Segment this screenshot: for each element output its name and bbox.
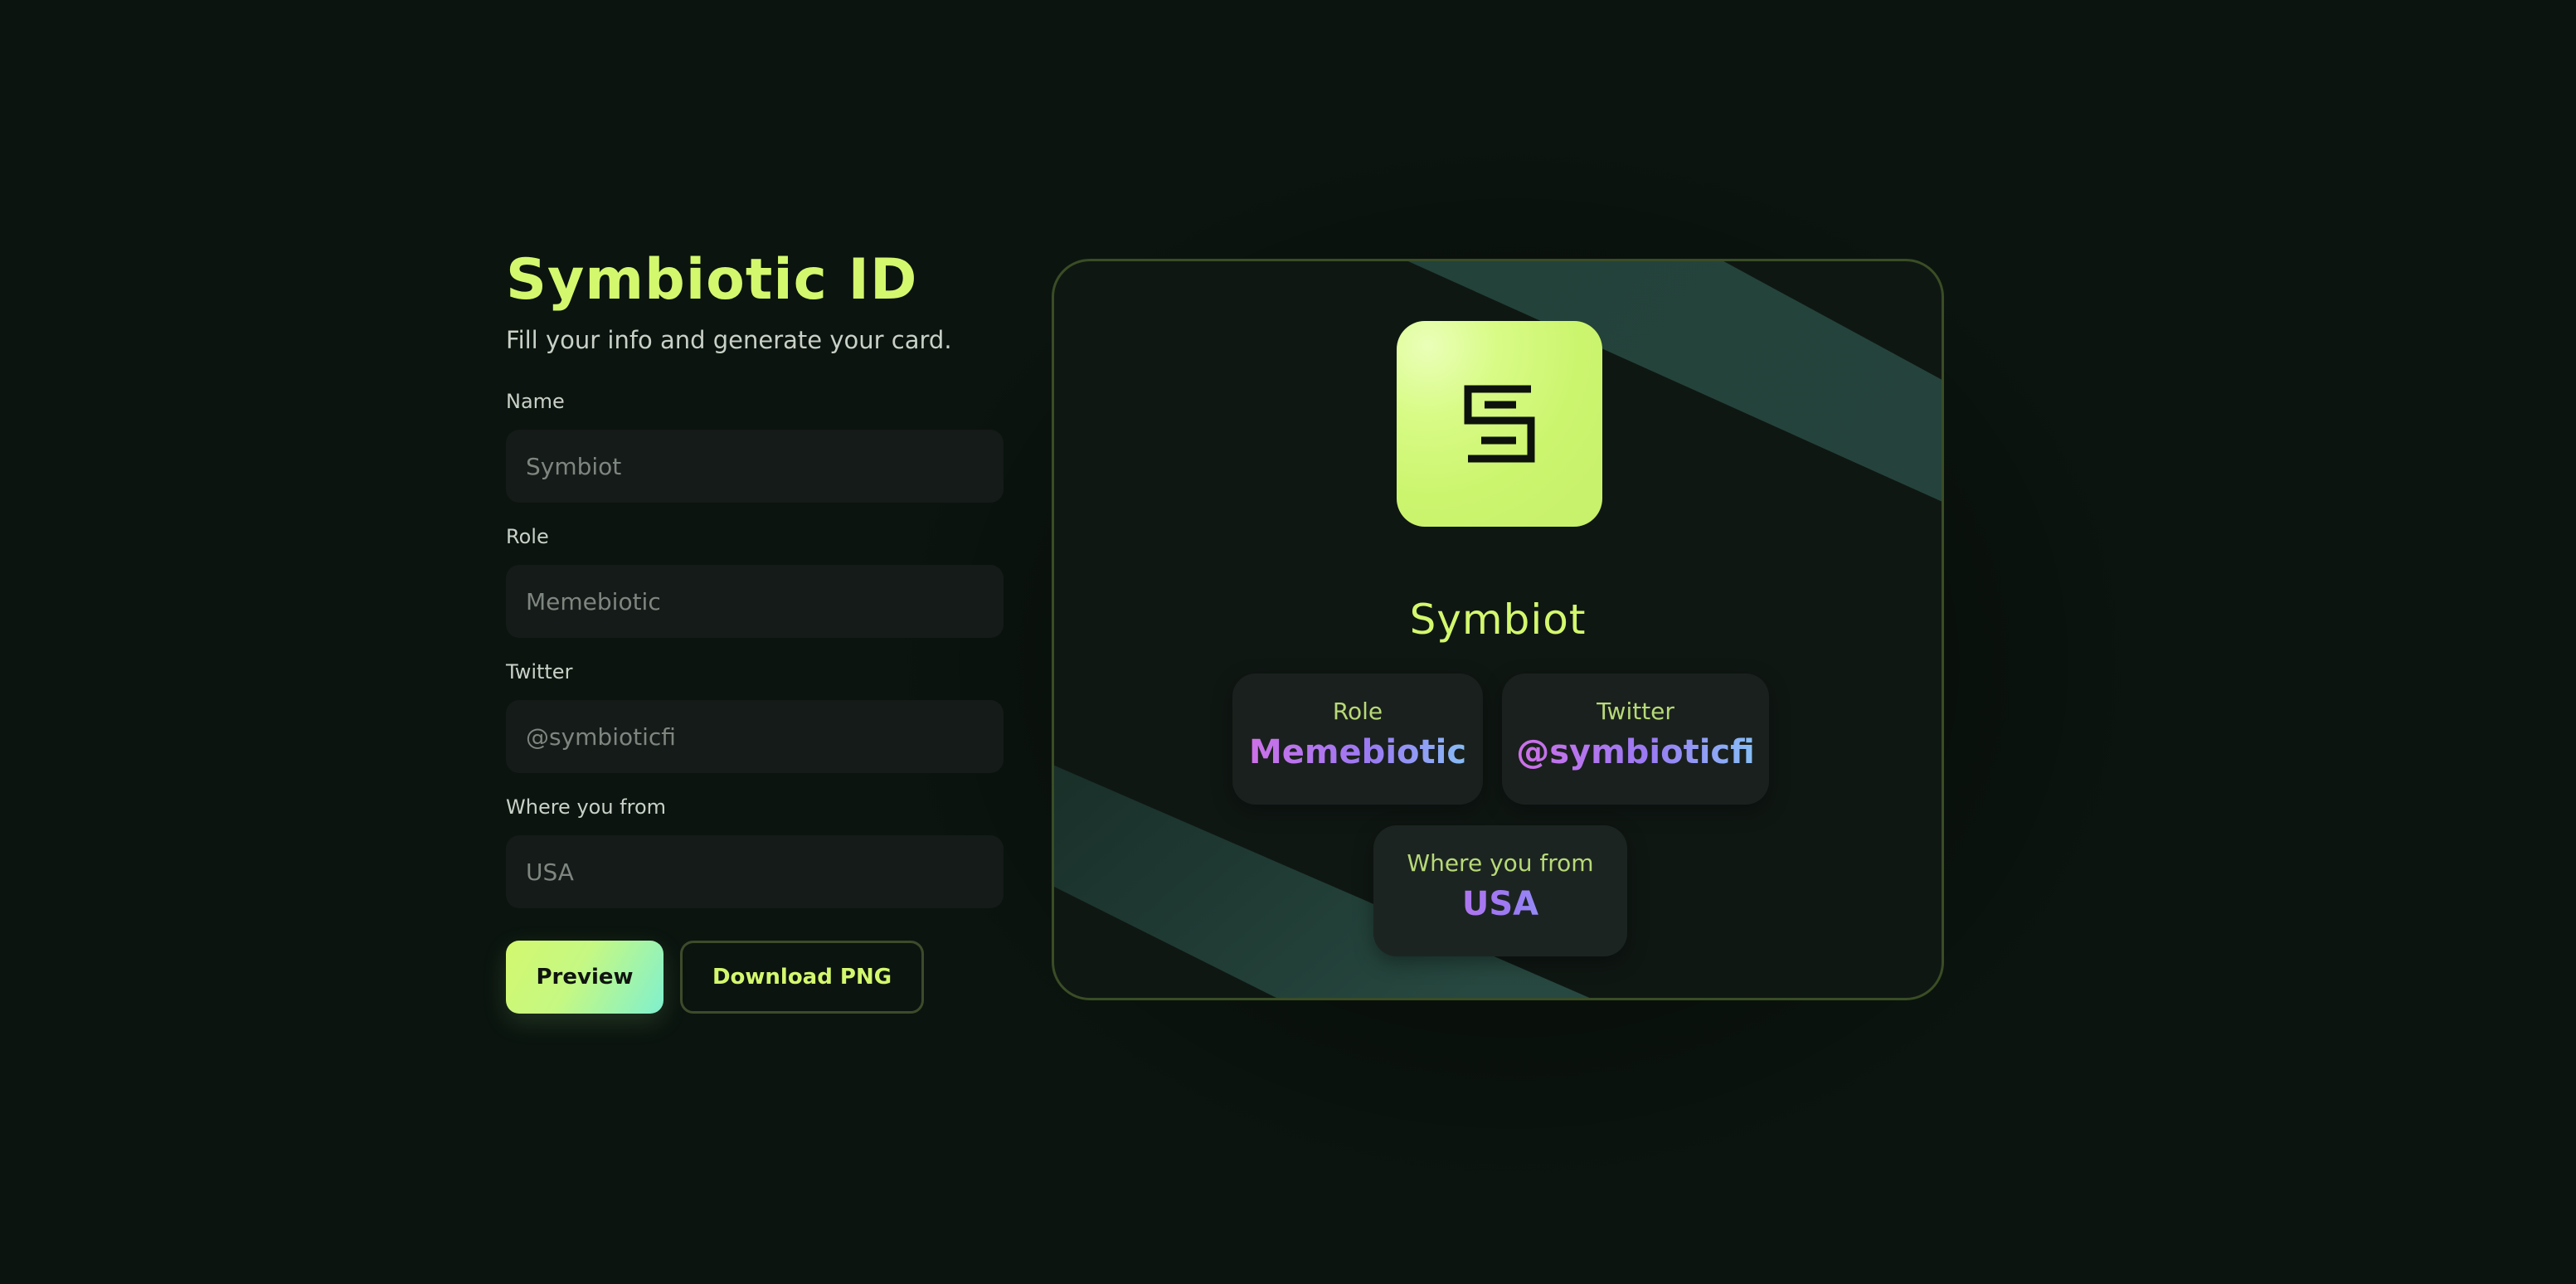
twitter-input[interactable] (506, 700, 1004, 773)
location-label: Where you from (506, 795, 667, 819)
role-input[interactable] (506, 565, 1004, 638)
location-field-group: Where you from (506, 794, 1004, 908)
location-pill: Where you from USA (1373, 825, 1627, 956)
name-field-group: Name (506, 388, 1004, 503)
location-pill-value: USA (1373, 883, 1627, 925)
card-name: Symbiot (1409, 596, 1587, 644)
role-pill-label: Role (1332, 698, 1383, 725)
name-label: Name (506, 390, 565, 413)
role-pill: Role Memebiotic (1232, 674, 1483, 805)
symbiotic-logo-tile (1397, 321, 1602, 527)
role-field-group: Role (506, 523, 1004, 638)
twitter-field-group: Twitter (506, 659, 1004, 773)
name-input[interactable] (506, 430, 1004, 503)
role-label: Role (506, 525, 549, 548)
twitter-pill-value: @symbioticfi (1502, 732, 1769, 773)
role-pill-value: Memebiotic (1232, 732, 1483, 773)
preview-button[interactable]: Preview (506, 941, 663, 1014)
location-pill-label: Where you from (1407, 849, 1594, 877)
download-png-button[interactable]: Download PNG (680, 941, 924, 1014)
twitter-pill-label: Twitter (1597, 698, 1674, 725)
page-title: Symbiotic ID (506, 247, 918, 313)
location-input[interactable] (506, 835, 1004, 908)
twitter-label: Twitter (506, 660, 573, 683)
id-form: Symbiotic ID Fill your info and generate… (506, 246, 1004, 1014)
id-card-preview: Symbiot Role Memebiotic Twitter @symbiot… (1052, 259, 1944, 1000)
twitter-pill: Twitter @symbioticfi (1502, 674, 1769, 805)
symbiotic-logo-icon (1464, 385, 1535, 463)
page-subtitle: Fill your info and generate your card. (506, 326, 952, 354)
